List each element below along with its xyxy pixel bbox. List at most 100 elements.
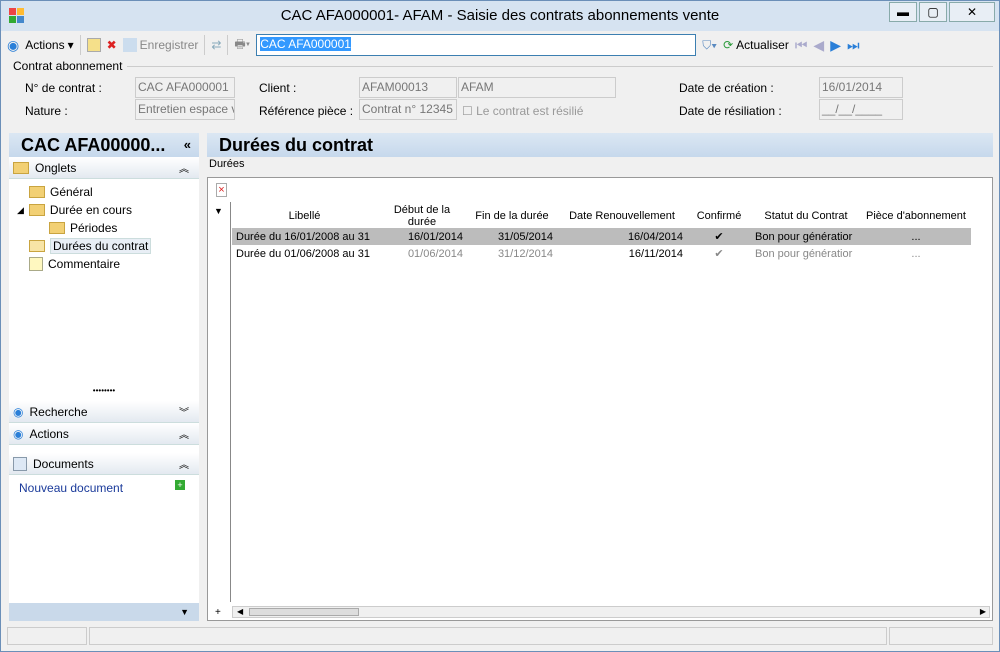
documents-icon (13, 456, 27, 471)
first-icon[interactable]: ⏮ (795, 37, 808, 54)
add-icon[interactable]: + (175, 480, 185, 490)
cell-debut: 16/01/2014 (377, 228, 467, 245)
col-confirme[interactable]: Confirmé (687, 204, 751, 228)
add-row-icon[interactable]: + (215, 607, 221, 618)
folder-icon (13, 161, 29, 174)
filter-icon[interactable]: ⛉▾ (702, 38, 717, 53)
folder-icon (49, 222, 65, 234)
splitter[interactable]: •••••••• (9, 387, 199, 401)
confirme-checkbox[interactable]: ✔ (687, 245, 751, 262)
col-statut[interactable]: Statut du Contrat (751, 204, 861, 228)
collapse-button[interactable]: « (184, 133, 191, 157)
target-icon: ◉ (13, 426, 24, 441)
sync-icon[interactable]: ⇄ (211, 38, 221, 52)
window-title: CAC AFA000001- AFAM - Saisie des contrat… (280, 7, 720, 24)
actions-section-label: Actions (29, 426, 69, 441)
col-debut[interactable]: Début de la durée (377, 204, 467, 228)
cell-debut: 01/06/2014 (407, 247, 463, 260)
cell-renouvellement: 16/04/2014 (557, 228, 687, 245)
cell-fin: 31/12/2014 (497, 247, 553, 260)
contract-no-field[interactable]: CAC AFA000001 (135, 77, 235, 98)
refresh-icon: ⟳ (723, 38, 734, 52)
onglets-label: Onglets (35, 160, 77, 175)
search-value: CAC AFA000001 (260, 37, 351, 51)
created-label: Date de création : (679, 81, 774, 95)
client-code-field[interactable]: AFAM00013 (359, 77, 457, 98)
status-pane (7, 627, 87, 645)
status-bar (7, 627, 995, 645)
tree-item-general[interactable]: Général (29, 183, 199, 201)
actions-section[interactable]: ◉ Actions ︽ (9, 423, 199, 445)
expand-icon: ◢ (17, 204, 24, 215)
documents-section[interactable]: Documents ︽ (9, 453, 199, 475)
target-icon: ◉ (13, 404, 24, 419)
window: CAC AFA000001- AFAM - Saisie des contrat… (0, 0, 1000, 652)
next-icon[interactable]: ▶ (830, 37, 841, 54)
created-field[interactable]: 16/01/2014 (819, 77, 903, 98)
delete-icon[interactable]: ✖ (107, 38, 117, 52)
new-document-link[interactable]: Nouveau document + (9, 475, 199, 501)
print-icon[interactable]: 🖶▾ (234, 35, 250, 56)
tree-item-periodes[interactable]: Périodes (49, 219, 199, 237)
contract-group-label: Contrat abonnement (13, 59, 123, 73)
cell-statut: Bon pour génératior (751, 228, 861, 245)
main-title: Durées du contrat (207, 133, 993, 157)
onglets-section[interactable]: Onglets ︽ (9, 157, 199, 179)
left-panel-title: CAC AFA00000... « (9, 133, 199, 157)
ref-field[interactable]: Contrat n° 12345 (359, 99, 457, 120)
resilie-checkbox[interactable]: ☐ Le contrat est résilié (462, 104, 583, 118)
client-name-field[interactable]: AFAM (458, 77, 616, 98)
scroll-left-icon[interactable]: ◀ (237, 607, 243, 616)
resil-label: Date de résiliation : (679, 104, 782, 118)
prev-icon[interactable]: ◀ (813, 37, 824, 54)
horizontal-scrollbar[interactable]: + ◀ ▶ (215, 606, 990, 618)
close-button[interactable]: ✕ (949, 2, 995, 22)
documents-label: Documents (33, 456, 94, 471)
tree-label: Durée en cours (49, 203, 132, 217)
scroll-thumb[interactable] (249, 608, 359, 616)
scroll-right-icon[interactable]: ▶ (980, 607, 986, 616)
app-logo-icon (9, 8, 25, 24)
cell-libelle: Durée du 16/01/2008 au 31 (232, 228, 377, 245)
divider (127, 66, 993, 67)
col-renouvellement[interactable]: Date Renouvellement (557, 204, 687, 228)
panel-menu-button[interactable]: ▼ (9, 603, 199, 621)
recherche-section[interactable]: ◉ Recherche ︾ (9, 401, 199, 423)
target-icon[interactable]: ◉ (7, 37, 19, 54)
separator (227, 35, 229, 55)
tree-item-duree-en-cours[interactable]: ◢ Durée en cours (17, 201, 199, 219)
nature-label: Nature : (25, 104, 68, 118)
piece-button[interactable]: ... (861, 228, 971, 245)
refresh-button[interactable]: ⟳ Actualiser (723, 38, 789, 52)
delete-row-icon[interactable]: × (216, 183, 227, 197)
separator (79, 35, 81, 55)
table-row[interactable]: Durée du 01/06/2008 au 31 01/06/2014 31/… (232, 245, 971, 262)
minimize-button[interactable]: ▬ (889, 2, 917, 22)
table-row[interactable]: Durée du 16/01/2008 au 31 16/01/2014 31/… (232, 228, 971, 245)
col-libelle[interactable]: Libellé (232, 204, 377, 228)
last-icon[interactable]: ⏭ (847, 37, 860, 54)
nature-field[interactable]: Entretien espace ve (135, 99, 235, 120)
piece-button[interactable]: ... (861, 245, 971, 262)
tree-item-commentaire[interactable]: Commentaire (29, 255, 199, 273)
grid-menu-icon[interactable]: ▼ (214, 206, 223, 216)
resilie-label: Le contrat est résilié (476, 104, 584, 118)
confirme-checkbox[interactable]: ✔ (687, 228, 751, 245)
chevron-up-icon: ︽ (179, 430, 189, 441)
resil-field[interactable]: __/__/____ (819, 99, 903, 120)
row-header-border (230, 202, 231, 602)
save-button[interactable]: Enregistrer (122, 38, 198, 52)
tree-item-durees-du-contrat[interactable]: Durées du contrat (29, 237, 199, 255)
col-fin[interactable]: Fin de la durée (467, 204, 557, 228)
toolbar: ◉ Actions ▾ ✖ Enregistrer ⇄ 🖶▾ CAC AFA000… (7, 32, 995, 58)
actions-menu[interactable]: Actions ▾ (25, 38, 73, 52)
search-input[interactable]: CAC AFA000001 (256, 34, 697, 56)
client-label: Client : (259, 81, 297, 95)
tree-label: Général (50, 185, 93, 199)
chevron-up-icon: ︽ (179, 460, 189, 471)
maximize-button[interactable]: ▢ (919, 2, 947, 22)
save-icon (122, 38, 137, 52)
folder-icon (28, 204, 45, 216)
new-icon[interactable] (86, 38, 101, 52)
col-piece[interactable]: Pièce d'abonnement (861, 204, 971, 228)
